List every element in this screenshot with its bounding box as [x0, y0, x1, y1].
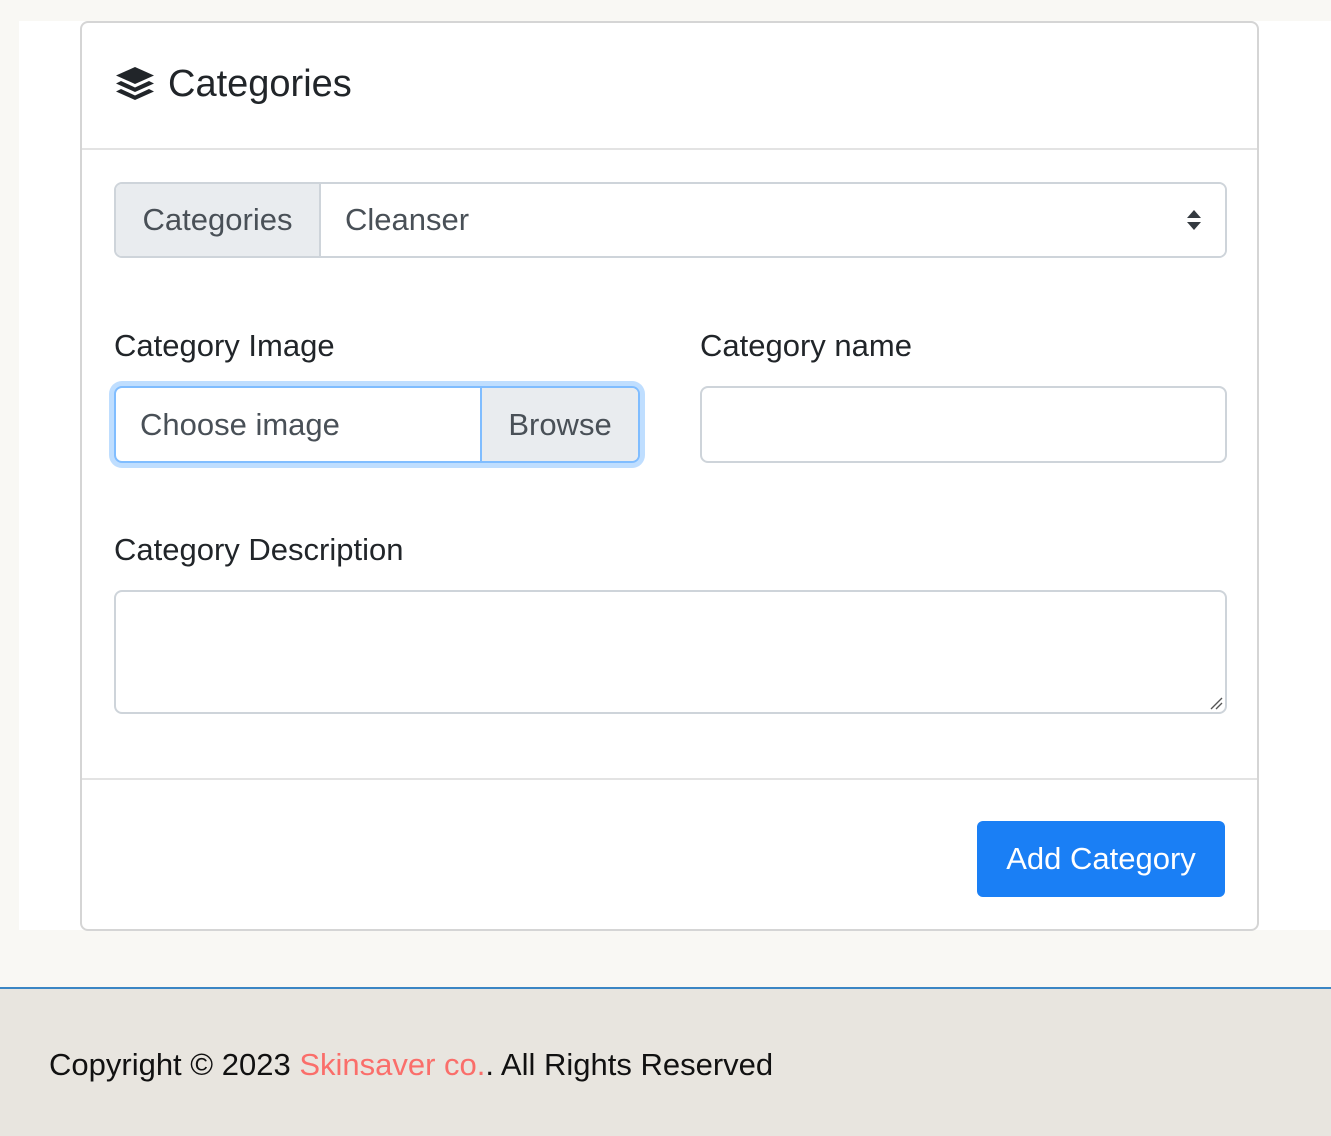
- copyright-text: Copyright © 2023 Skinsaver co.. All Righ…: [49, 1047, 773, 1083]
- file-input-placeholder: Choose image: [140, 406, 340, 442]
- browse-button[interactable]: Browse: [480, 388, 638, 461]
- card-footer: Add Category: [82, 778, 1257, 929]
- category-select-prepend: Categories: [116, 184, 321, 256]
- category-description-textarea[interactable]: [114, 590, 1227, 714]
- category-name-label: Category name: [700, 328, 912, 363]
- category-name-input[interactable]: [700, 386, 1227, 463]
- add-category-button[interactable]: Add Category: [977, 821, 1225, 897]
- copyright-suffix: . All Rights Reserved: [485, 1047, 774, 1082]
- category-select-value: Cleanser: [345, 202, 470, 237]
- card-header: Categories: [82, 23, 1257, 150]
- card-title: Categories: [114, 63, 352, 106]
- category-select[interactable]: Cleanser: [321, 184, 1225, 256]
- categories-card: Categories Categories Cleanser Category …: [80, 21, 1259, 931]
- top-strip: [0, 0, 1331, 21]
- select-arrows-icon: [1187, 210, 1201, 230]
- layers-icon: [116, 66, 154, 100]
- brand-link[interactable]: Skinsaver co.: [299, 1047, 485, 1082]
- page-footer: Copyright © 2023 Skinsaver co.. All Righ…: [0, 987, 1331, 1136]
- category-description-label: Category Description: [114, 532, 404, 567]
- category-image-label: Category Image: [114, 328, 335, 363]
- category-image-file-input[interactable]: Choose image Browse: [114, 386, 640, 463]
- card-title-text: Categories: [168, 63, 352, 105]
- resize-grip-icon[interactable]: [1209, 696, 1223, 710]
- category-select-group: Categories Cleanser: [114, 182, 1227, 258]
- copyright-prefix: Copyright © 2023: [49, 1047, 300, 1082]
